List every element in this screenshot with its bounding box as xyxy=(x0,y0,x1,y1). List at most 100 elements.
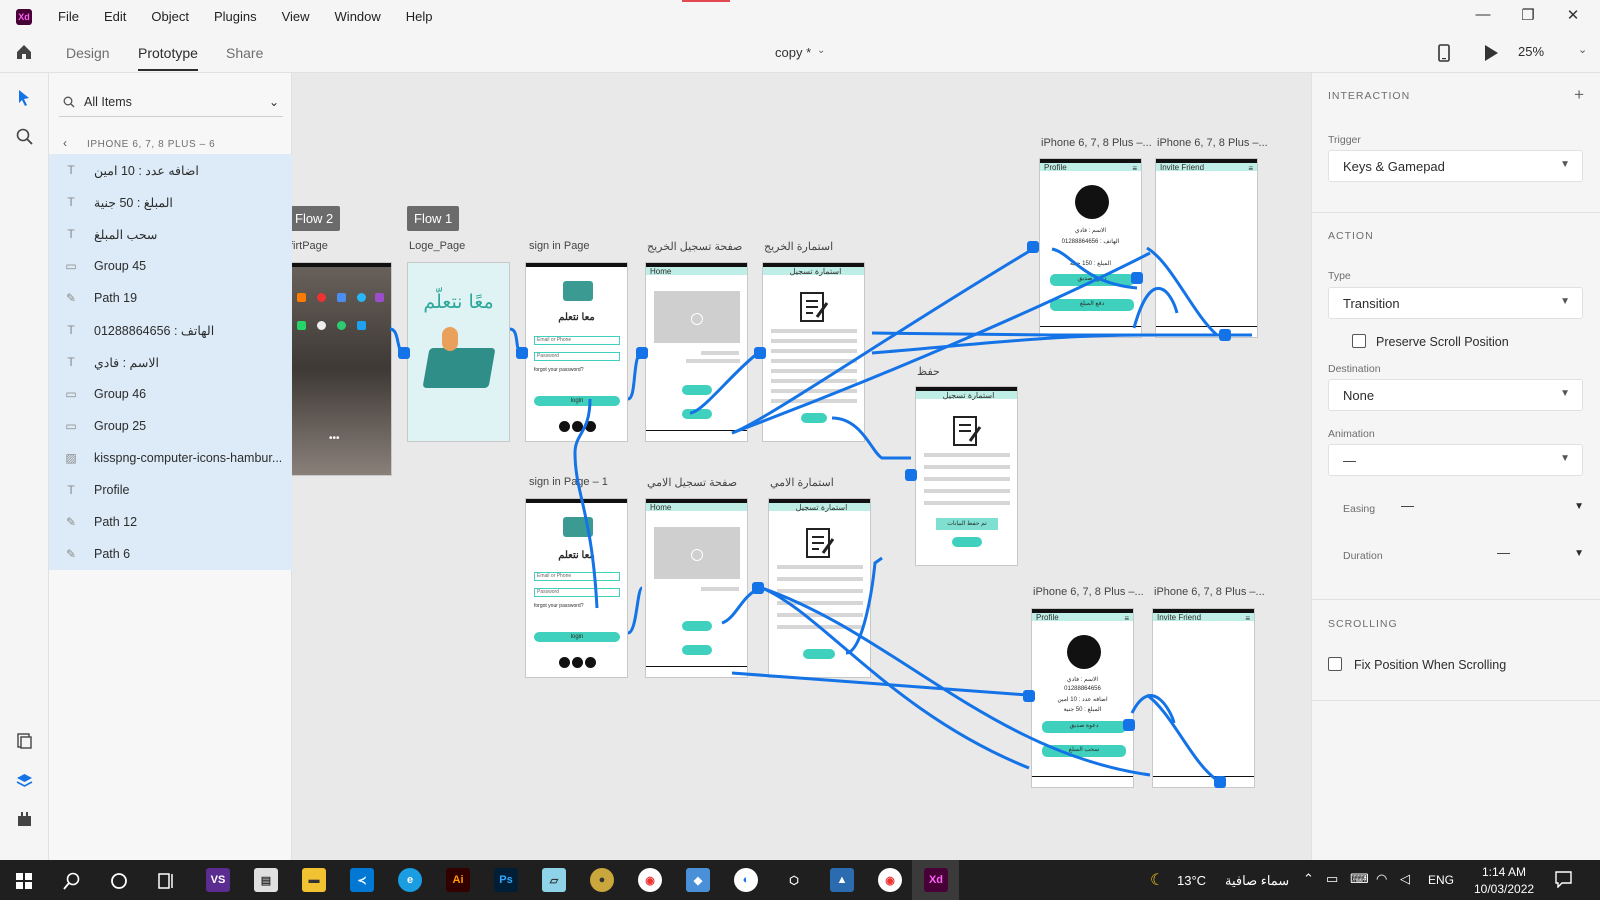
photoshop-icon[interactable]: Ps xyxy=(494,868,518,892)
clock-time[interactable]: 1:14 AM xyxy=(1482,865,1526,879)
menu-edit[interactable]: Edit xyxy=(104,9,126,24)
layer-row[interactable]: ▭ Group 45 xyxy=(49,250,292,282)
device-icon[interactable]: ▭ xyxy=(1326,871,1338,887)
layer-row[interactable]: T سحب المبلغ xyxy=(49,218,292,250)
layer-row[interactable]: T Profile xyxy=(49,474,292,506)
windows-taskbar: VS ▤ ▬ ≺ e Ai Ps ▱ ● ◉ ◆ ◐ ⬡ ▲ ◉ Xd ☾ 13… xyxy=(0,860,1600,900)
chevron-down-icon[interactable]: ⌄ xyxy=(269,95,279,109)
layer-row[interactable]: ✎ Path 6 xyxy=(49,538,292,570)
layer-row[interactable]: ▨ kisspng-computer-icons-hambur... xyxy=(49,442,292,474)
select-tool-icon[interactable] xyxy=(16,89,32,107)
document-app-icon[interactable]: ▤ xyxy=(254,868,278,892)
menu-file[interactable]: File xyxy=(58,9,79,24)
clock-date[interactable]: 10/03/2022 xyxy=(1474,882,1534,896)
add-interaction-icon[interactable]: + xyxy=(1574,85,1584,105)
virtualbox-icon[interactable]: ⬡ xyxy=(782,868,806,892)
fix-position-checkbox[interactable] xyxy=(1328,657,1342,671)
app-icon[interactable]: ● xyxy=(590,868,614,892)
wire-handle[interactable] xyxy=(516,347,528,359)
layer-row[interactable]: ✎ Path 19 xyxy=(49,282,292,314)
chevron-down-icon[interactable]: ⌄ xyxy=(817,45,825,56)
menu-window[interactable]: Window xyxy=(335,9,381,24)
wire-handle[interactable] xyxy=(905,469,917,481)
zoom-level[interactable]: 25% xyxy=(1518,44,1544,59)
back-arrow-icon[interactable]: ‹ xyxy=(63,136,67,150)
tab-prototype[interactable]: Prototype xyxy=(138,45,198,71)
trigger-value: Keys & Gamepad xyxy=(1343,159,1445,174)
restore-button[interactable]: ❐ xyxy=(1513,6,1543,24)
weather-text[interactable]: سماء صافية xyxy=(1225,873,1289,889)
app-icon[interactable]: ◐ xyxy=(734,868,758,892)
tab-design[interactable]: Design xyxy=(66,45,110,61)
language-indicator[interactable]: ENG xyxy=(1428,873,1454,887)
photos-icon[interactable]: ▲ xyxy=(830,868,854,892)
notes-app-icon[interactable]: ▱ xyxy=(542,868,566,892)
wire-handle[interactable] xyxy=(398,347,410,359)
wire-handle[interactable] xyxy=(1214,776,1226,788)
layers-search[interactable]: All Items ⌄ xyxy=(59,87,283,117)
cortana-icon[interactable] xyxy=(110,872,128,890)
easing-value[interactable]: — xyxy=(1401,498,1414,513)
wire-handle[interactable] xyxy=(636,347,648,359)
illustrator-icon[interactable]: Ai xyxy=(446,868,470,892)
layer-row[interactable]: T اضافه عدد : 10 امين xyxy=(49,154,292,186)
layer-row[interactable]: T الهاتف : 01288864656 xyxy=(49,314,292,346)
menu-view[interactable]: View xyxy=(282,9,310,24)
layers-icon[interactable] xyxy=(16,773,33,790)
type-dropdown[interactable]: Transition ▼ xyxy=(1328,287,1583,319)
chevron-up-icon[interactable]: ⌃ xyxy=(1303,871,1314,887)
zoom-chevron-icon[interactable]: ⌄ xyxy=(1578,43,1587,56)
device-preview-icon[interactable] xyxy=(1438,44,1450,62)
home-icon[interactable] xyxy=(15,43,33,61)
close-window-button[interactable]: ✕ xyxy=(1558,6,1588,24)
vscode-icon[interactable]: ≺ xyxy=(350,868,374,892)
wire-handle[interactable] xyxy=(1219,329,1231,341)
keyboard-icon[interactable]: ⌨ xyxy=(1350,871,1369,887)
chevron-down-icon[interactable]: ▼ xyxy=(1574,548,1584,559)
visual-studio-icon[interactable]: VS xyxy=(206,868,230,892)
destination-dropdown[interactable]: None ▼ xyxy=(1328,379,1583,411)
xd-taskbar-icon[interactable]: Xd xyxy=(924,868,948,892)
breadcrumb: IPHONE 6, 7, 8 PLUS – 6 xyxy=(87,139,216,150)
play-icon[interactable] xyxy=(1483,44,1499,62)
file-explorer-icon[interactable]: ▬ xyxy=(302,868,326,892)
menu-help[interactable]: Help xyxy=(406,9,433,24)
layer-row[interactable]: T الاسم : فادي xyxy=(49,346,292,378)
layer-row[interactable]: ✎ Path 12 xyxy=(49,506,292,538)
wire-handle[interactable] xyxy=(1123,719,1135,731)
duration-value[interactable]: — xyxy=(1497,545,1510,560)
prototype-wires[interactable] xyxy=(292,73,1311,860)
chrome-icon[interactable]: ◉ xyxy=(638,868,662,892)
windows-start-icon[interactable] xyxy=(16,873,32,889)
menu-plugins[interactable]: Plugins xyxy=(214,9,257,24)
volume-icon[interactable]: ◁ xyxy=(1400,871,1410,887)
weather-temp[interactable]: 13°C xyxy=(1177,873,1206,888)
wire-handle[interactable] xyxy=(1131,272,1143,284)
wifi-icon[interactable]: ◠ xyxy=(1376,871,1387,887)
chrome-icon[interactable]: ◉ xyxy=(878,868,902,892)
prototype-canvas[interactable]: Flow 2 Flow 1 firtPage ••• Loge_Page معً… xyxy=(292,73,1311,860)
task-view-icon[interactable] xyxy=(158,872,176,890)
layer-row[interactable]: T المبلغ : 50 جنية xyxy=(49,186,292,218)
tab-share[interactable]: Share xyxy=(226,45,263,61)
zoom-tool-icon[interactable] xyxy=(16,128,33,145)
wire-handle[interactable] xyxy=(1027,241,1039,253)
menu-object[interactable]: Object xyxy=(151,9,189,24)
app-icon[interactable]: ◆ xyxy=(686,868,710,892)
preserve-scroll-checkbox[interactable] xyxy=(1352,334,1366,348)
search-icon[interactable] xyxy=(63,872,81,890)
document-title[interactable]: copy * xyxy=(775,45,811,60)
edge-icon[interactable]: e xyxy=(398,868,422,892)
layer-row[interactable]: ▭ Group 46 xyxy=(49,378,292,410)
wire-handle[interactable] xyxy=(752,582,764,594)
trigger-dropdown[interactable]: Keys & Gamepad ▼ xyxy=(1328,150,1583,182)
animation-dropdown[interactable]: — ▼ xyxy=(1328,444,1583,476)
plugins-icon[interactable] xyxy=(16,811,33,827)
assets-icon[interactable] xyxy=(17,733,32,749)
chevron-down-icon[interactable]: ▼ xyxy=(1574,501,1584,512)
wire-handle[interactable] xyxy=(1023,690,1035,702)
minimize-button[interactable]: — xyxy=(1468,6,1498,23)
layer-row[interactable]: ▭ Group 25 xyxy=(49,410,292,442)
notification-icon[interactable] xyxy=(1555,871,1572,888)
wire-handle[interactable] xyxy=(754,347,766,359)
